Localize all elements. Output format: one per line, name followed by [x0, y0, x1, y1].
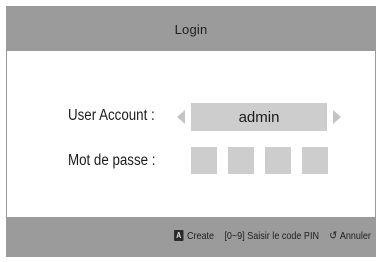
- user-account-selector[interactable]: admin: [191, 103, 327, 131]
- cancel-hint[interactable]: Annuler: [340, 230, 371, 242]
- password-label: Mot de passe :: [68, 152, 156, 169]
- return-icon: ↺: [329, 230, 338, 242]
- a-key-icon: A: [174, 230, 184, 241]
- login-dialog: Login User Account : admin Mot de passe …: [6, 6, 376, 257]
- pin-digit-2[interactable]: [228, 147, 254, 174]
- pin-entry-hint: [0~9] Saisir le code PIN: [224, 229, 320, 242]
- pin-digit-3[interactable]: [265, 147, 291, 174]
- user-account-label: User Account :: [68, 107, 155, 124]
- footer-hints: A Create [0~9] Saisir le code PIN ↺ Annu…: [174, 229, 371, 242]
- account-value: admin: [238, 108, 280, 126]
- pin-digit-4[interactable]: [302, 147, 328, 174]
- create-hint[interactable]: Create: [187, 230, 214, 242]
- arrow-left-icon[interactable]: [177, 110, 185, 124]
- footer-bar: A Create [0~9] Saisir le code PIN ↺ Annu…: [7, 217, 375, 256]
- dialog-title: Login: [7, 7, 375, 51]
- pin-digit-1[interactable]: [191, 147, 217, 174]
- arrow-right-icon[interactable]: [333, 110, 341, 124]
